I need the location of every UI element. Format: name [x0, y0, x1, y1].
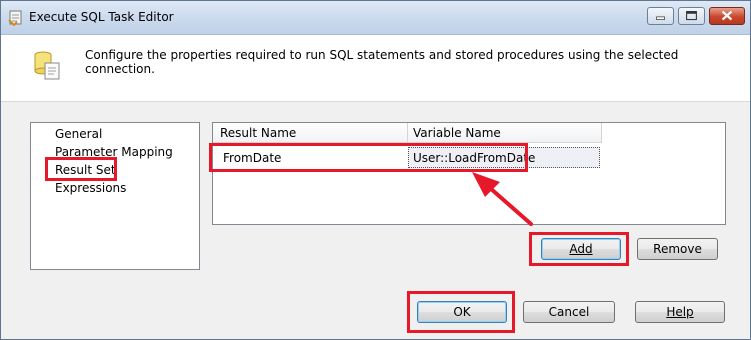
column-header-variable-name[interactable]: Variable Name [413, 126, 501, 140]
result-name-cell[interactable]: FromDate [213, 147, 407, 168]
title-bar: Execute SQL Task Editor [1, 1, 750, 35]
nav-item-expressions[interactable]: Expressions [55, 181, 126, 195]
window-title: Execute SQL Task Editor [29, 10, 174, 24]
close-button[interactable] [709, 7, 745, 25]
column-divider[interactable] [407, 123, 408, 142]
result-name-value: FromDate [223, 151, 282, 165]
help-button-label: Help [666, 305, 694, 319]
dialog-description: Configure the properties required to run… [85, 48, 679, 76]
dialog-window: Execute SQL Task Editor Configure the pr… [0, 0, 751, 340]
add-button-label: Add [569, 242, 593, 256]
result-set-grid[interactable]: Result Name Variable Name FromDate User:… [212, 122, 726, 225]
variable-name-value: User::LoadFromDate [413, 151, 536, 165]
close-icon [721, 10, 733, 21]
maximize-icon [686, 11, 697, 21]
dialog-header: Configure the properties required to run… [1, 35, 750, 102]
column-divider[interactable] [601, 123, 602, 142]
minimize-icon [656, 16, 665, 20]
minimize-button[interactable] [647, 7, 674, 25]
add-button[interactable]: Add [541, 238, 621, 260]
sql-task-icon [8, 10, 22, 26]
page-nav-list[interactable]: General Parameter Mapping Result Set Exp… [30, 122, 200, 270]
table-row[interactable]: FromDate User::LoadFromDate [213, 147, 602, 168]
cancel-button[interactable]: Cancel [523, 301, 615, 323]
column-header-result-name[interactable]: Result Name [220, 126, 296, 140]
nav-item-result-set[interactable]: Result Set [55, 163, 116, 177]
variable-name-cell[interactable]: User::LoadFromDate [408, 147, 600, 168]
sql-task-icon [34, 51, 60, 80]
nav-item-parameter-mapping[interactable]: Parameter Mapping [55, 145, 173, 159]
grid-header: Result Name Variable Name [213, 123, 602, 143]
maximize-button[interactable] [678, 7, 705, 25]
remove-button[interactable]: Remove [637, 238, 718, 260]
ok-button[interactable]: OK [417, 301, 507, 323]
help-button[interactable]: Help [635, 301, 725, 323]
nav-item-general[interactable]: General [55, 127, 102, 141]
